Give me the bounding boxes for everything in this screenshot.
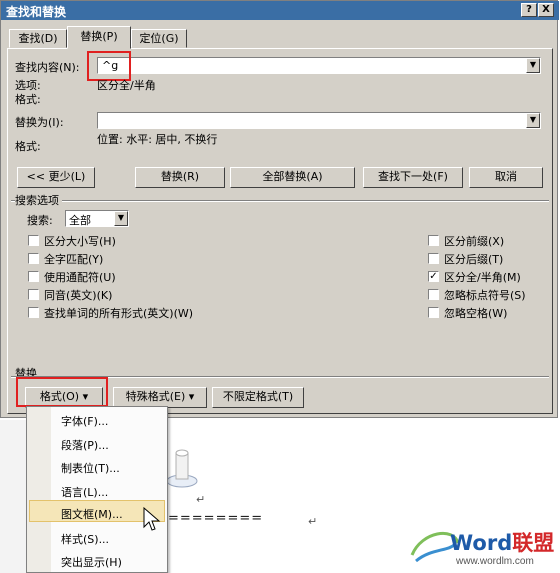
menu-item-language[interactable]: 语言(L)... [61,484,108,500]
divider [11,200,549,202]
all-word-forms-checkbox[interactable] [28,307,39,318]
menu-item-tabs[interactable]: 制表位(T)... [61,460,120,476]
find-label: 查找内容(N): [15,61,80,74]
tab-find[interactable]: 查找(D) [9,29,67,48]
menu-item-font[interactable]: 字体(F)... [61,413,108,429]
special-format-button[interactable]: 特殊格式(E) ▾ [113,387,207,408]
match-suffix-label: 区分后缀(T) [444,253,504,266]
match-prefix-label: 区分前缀(X) [444,235,505,248]
mouse-pointer-icon [143,507,161,531]
search-options-title: 搜索选项 [15,192,62,208]
cancel-button[interactable]: 取消 [469,167,543,188]
replace-all-button[interactable]: 全部替换(A) [230,167,355,188]
find-replace-dialog: 查找和替换 ? X 查找(D) 替换(P) 定位(G) 查找内容(N): ^g … [0,0,559,418]
replace-format-value: 位置: 水平: 居中, 不换行 [97,133,218,146]
tab-panel [7,48,553,414]
menu-item-frame[interactable]: 图文框(M)... [61,506,123,522]
replace-label: 替换为(I): [15,116,64,129]
title-bar[interactable]: 查找和替换 ? X [1,1,559,20]
no-formatting-button[interactable]: 不限定格式(T) [212,387,304,408]
menu-item-paragraph[interactable]: 段落(P)... [61,437,109,453]
ignore-punct-checkbox[interactable] [428,289,439,300]
find-format-label: 格式: [15,93,41,106]
menu-icon-strip [27,407,51,572]
sounds-like-checkbox[interactable] [28,289,39,300]
match-suffix-checkbox[interactable] [428,253,439,264]
help-button[interactable]: ? [521,3,537,17]
annotation-highlight [16,377,108,407]
tab-goto[interactable]: 定位(G) [131,29,187,48]
whole-word-checkbox[interactable] [28,253,39,264]
dialog-title: 查找和替换 [6,5,67,19]
tab-replace[interactable]: 替换(P) [67,26,131,49]
ignore-space-label: 忽略空格(W) [444,307,508,320]
document-margin [0,420,26,573]
wildcards-label: 使用通配符(U) [44,271,116,284]
find-next-button[interactable]: 查找下一处(F) [363,167,463,188]
whole-word-label: 全字匹配(Y) [44,253,104,266]
document-equals-line: ======== [168,511,264,526]
format-menu: 字体(F)... 段落(P)... 制表位(T)... 语言(L)... 图文框… [26,406,168,573]
replace-format-label: 格式: [15,140,41,153]
match-prefix-checkbox[interactable] [428,235,439,246]
document-shape-image [166,449,198,488]
menu-item-style[interactable]: 样式(S)... [61,531,109,547]
chevron-down-icon[interactable]: ▼ [526,58,540,73]
search-scope-select[interactable]: 全部 ▼ [65,210,129,227]
menu-item-highlight[interactable]: 突出显示(H) [61,554,122,570]
search-scope-value: 全部 [69,214,91,227]
ignore-punct-label: 忽略标点符号(S) [444,289,526,302]
chevron-down-icon[interactable]: ▼ [526,113,540,128]
find-input[interactable]: ^g ▼ [97,57,541,74]
ignore-space-checkbox[interactable] [428,307,439,318]
less-button[interactable]: << 更少(L) [17,167,95,188]
paragraph-mark: ↵ [308,515,318,528]
replace-button[interactable]: 替换(R) [135,167,225,188]
search-scope-label: 搜索: [27,214,53,227]
match-width-checkbox[interactable]: ✓ [428,271,439,282]
options-value: 区分全/半角 [97,79,156,92]
replace-input[interactable]: ▼ [97,112,541,129]
wildcards-checkbox[interactable] [28,271,39,282]
match-case-label: 区分大小写(H) [44,235,116,248]
match-width-label: 区分全/半角(M) [444,271,521,284]
match-case-checkbox[interactable] [28,235,39,246]
paragraph-mark: ↵ [196,493,206,506]
all-word-forms-label: 查找单词的所有形式(英文)(W) [44,307,194,320]
watermark-brand: Word联盟 [450,531,555,555]
close-button[interactable]: X [538,3,554,17]
watermark-url: www.wordlm.com [456,556,534,567]
sounds-like-label: 同音(英文)(K) [44,289,113,302]
chevron-down-icon[interactable]: ▼ [114,211,128,226]
